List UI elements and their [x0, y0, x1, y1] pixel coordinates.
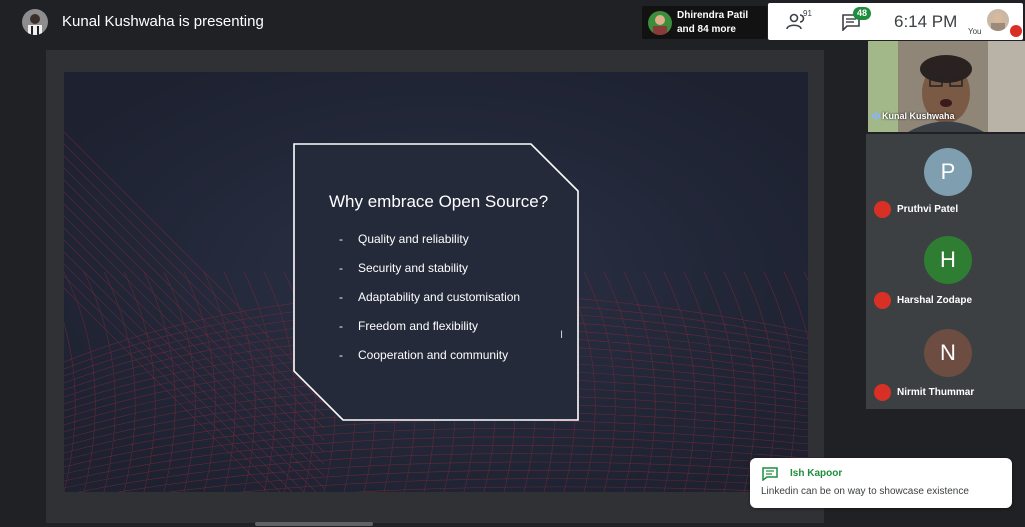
muted-mic-icon: [874, 384, 891, 401]
meet-window: Kunal Kushwaha is presenting Dhirendra P…: [0, 0, 1025, 527]
participant-avatar: H: [924, 236, 972, 284]
self-avatar[interactable]: [987, 9, 1009, 31]
chat-sender: Ish Kapoor: [790, 468, 843, 479]
chip-more: and 84 more: [677, 24, 736, 35]
slide-bullet: - Adaptability and customisation: [339, 290, 521, 304]
participants-chip[interactable]: Dhirendra Patil and 84 more: [642, 6, 767, 39]
participant-name: Nirmit Thummar: [897, 387, 975, 398]
scrollbar[interactable]: [255, 522, 373, 526]
muted-mic-icon: [874, 201, 891, 218]
speaking-indicator-icon: [872, 112, 880, 120]
presenter-tile-name: Kunal Kushwaha: [882, 111, 955, 121]
participant-name: Harshal Zodape: [897, 295, 973, 306]
text-cursor-icon: I: [560, 329, 564, 341]
people-count: 91: [803, 9, 812, 18]
chat-count-badge: 48: [853, 7, 871, 20]
clock: 6:14 PM: [894, 12, 958, 31]
presenting-title: Kunal Kushwaha is presenting: [62, 13, 264, 30]
slide-bullet: - Quality and reliability: [339, 232, 469, 246]
slide-bullet: - Cooperation and community: [339, 348, 509, 362]
presenter-video-tile[interactable]: Kunal Kushwaha: [868, 41, 1025, 132]
participant-tile[interactable]: N Nirmit Thummar: [866, 318, 1025, 410]
muted-mic-icon: [1010, 25, 1022, 37]
participant-avatar: P: [924, 148, 972, 196]
slide-bullet: - Security and stability: [339, 261, 469, 275]
top-bar: Kunal Kushwaha is presenting Dhirendra P…: [0, 0, 1025, 42]
meeting-controls-panel: 91 48 6:14 PM You: [768, 3, 1023, 40]
you-label: You: [968, 27, 982, 36]
muted-mic-icon: [874, 292, 891, 309]
participant-avatar: N: [924, 329, 972, 377]
participant-tiles: P Pruthvi Patel H Harshal Zodape N Nirmi…: [866, 134, 1025, 409]
presenter-avatar: [22, 9, 48, 35]
participant-tile[interactable]: P Pruthvi Patel: [866, 134, 1025, 226]
chip-name: Dhirendra Patil: [677, 10, 749, 21]
slide-frame: [293, 143, 579, 421]
chat-icon: [762, 467, 778, 481]
shared-slide: Why embrace Open Source? - Quality and re…: [64, 72, 808, 492]
presentation-stage: Why embrace Open Source? - Quality and re…: [46, 50, 824, 523]
participant-avatar: [648, 11, 672, 35]
participant-name: Pruthvi Patel: [897, 204, 959, 215]
participant-tile[interactable]: H Harshal Zodape: [866, 226, 1025, 318]
chat-notification[interactable]: Ish Kapoor Linkedin can be on way to sho…: [750, 458, 1012, 508]
chat-message: Linkedin can be on way to showcase exist…: [761, 486, 969, 497]
slide-bullet: - Freedom and flexibility: [339, 319, 479, 333]
slide-title: Why embrace Open Source?: [329, 192, 549, 211]
